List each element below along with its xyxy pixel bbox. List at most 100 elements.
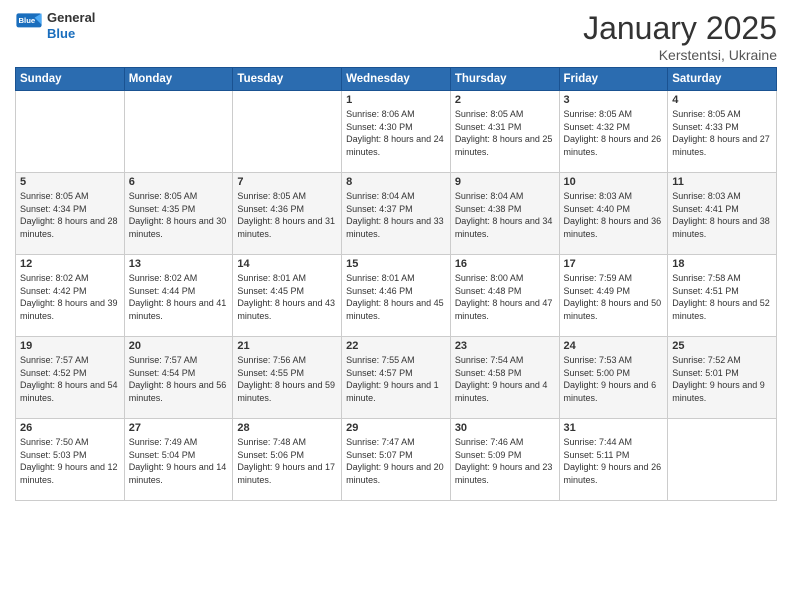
calendar-cell: 24 Sunrise: 7:53 AM Sunset: 5:00 PM Dayli… [559,337,668,419]
calendar-cell: 5 Sunrise: 8:05 AM Sunset: 4:34 PM Daylig… [16,173,125,255]
day-number: 27 [129,422,229,434]
calendar-cell: 30 Sunrise: 7:46 AM Sunset: 5:09 PM Dayli… [450,419,559,501]
day-detail: Sunrise: 7:49 AM Sunset: 5:04 PM Dayligh… [129,436,229,486]
calendar-cell: 8 Sunrise: 8:04 AM Sunset: 4:37 PM Daylig… [342,173,451,255]
day-detail: Sunrise: 8:05 AM Sunset: 4:34 PM Dayligh… [20,190,120,240]
day-number: 24 [564,340,664,352]
day-number: 12 [20,258,120,270]
calendar-week-5: 26 Sunrise: 7:50 AM Sunset: 5:03 PM Dayli… [16,419,777,501]
calendar-week-4: 19 Sunrise: 7:57 AM Sunset: 4:52 PM Dayli… [16,337,777,419]
calendar-cell: 16Sunrise: 8:00 AM Sunset: 4:48 PM Dayli… [450,255,559,337]
day-number: 19 [20,340,120,352]
day-number: 2 [455,94,555,106]
day-detail: Sunrise: 7:56 AM Sunset: 4:55 PM Dayligh… [237,354,337,404]
calendar-cell [668,419,777,501]
day-detail: Sunrise: 8:02 AM Sunset: 4:44 PM Dayligh… [129,272,229,322]
day-detail: Sunrise: 8:05 AM Sunset: 4:33 PM Dayligh… [672,108,772,158]
calendar-cell: 21 Sunrise: 7:56 AM Sunset: 4:55 PM Dayli… [233,337,342,419]
day-detail: Sunrise: 8:05 AM Sunset: 4:31 PM Dayligh… [455,108,555,158]
day-number: 28 [237,422,337,434]
col-wednesday: Wednesday [342,68,451,91]
day-detail: Sunrise: 8:04 AM Sunset: 4:37 PM Dayligh… [346,190,446,240]
calendar-cell: 22 Sunrise: 7:55 AM Sunset: 4:57 PM Dayli… [342,337,451,419]
day-detail: Sunrise: 7:55 AM Sunset: 4:57 PM Dayligh… [346,354,446,404]
day-detail: Sunrise: 7:54 AM Sunset: 4:58 PM Dayligh… [455,354,555,404]
calendar-cell: 4 Sunrise: 8:05 AM Sunset: 4:33 PM Daylig… [668,91,777,173]
day-detail: Sunrise: 7:53 AM Sunset: 5:00 PM Dayligh… [564,354,664,404]
day-detail: Sunrise: 7:57 AM Sunset: 4:52 PM Dayligh… [20,354,120,404]
calendar-cell: 7 Sunrise: 8:05 AM Sunset: 4:36 PM Daylig… [233,173,342,255]
calendar-cell: 12 Sunrise: 8:02 AM Sunset: 4:42 PM Dayli… [16,255,125,337]
day-detail: Sunrise: 8:01 AM Sunset: 4:45 PM Dayligh… [237,272,337,322]
day-number: 29 [346,422,446,434]
month-title: January 2025 [583,10,777,47]
day-number: 21 [237,340,337,352]
calendar-cell: 15Sunrise: 8:01 AM Sunset: 4:46 PM Dayli… [342,255,451,337]
day-number: 6 [129,176,229,188]
calendar-cell: 29 Sunrise: 7:47 AM Sunset: 5:07 PM Dayli… [342,419,451,501]
day-number: 26 [20,422,120,434]
svg-text:Blue: Blue [19,16,36,25]
calendar-cell [124,91,233,173]
calendar-cell: 14 Sunrise: 8:01 AM Sunset: 4:45 PM Dayli… [233,255,342,337]
col-friday: Friday [559,68,668,91]
calendar-table: Sunday Monday Tuesday Wednesday Thursday… [15,67,777,501]
calendar-cell: 31 Sunrise: 7:44 AM Sunset: 5:11 PM Dayli… [559,419,668,501]
calendar-cell: 11 Sunrise: 8:03 AM Sunset: 4:41 PM Dayli… [668,173,777,255]
day-number: 22 [346,340,446,352]
day-detail: Sunrise: 8:05 AM Sunset: 4:36 PM Dayligh… [237,190,337,240]
day-number: 8 [346,176,446,188]
day-number: 4 [672,94,772,106]
calendar-cell: 9Sunrise: 8:04 AM Sunset: 4:38 PM Daylig… [450,173,559,255]
header: Blue General Blue January 2025 Kerstents… [15,10,777,63]
calendar-cell: 28 Sunrise: 7:48 AM Sunset: 5:06 PM Dayli… [233,419,342,501]
calendar-cell: 1Sunrise: 8:06 AM Sunset: 4:30 PM Daylig… [342,91,451,173]
day-number: 17 [564,258,664,270]
day-number: 9 [455,176,555,188]
day-number: 18 [672,258,772,270]
calendar-cell: 19 Sunrise: 7:57 AM Sunset: 4:52 PM Dayli… [16,337,125,419]
calendar-cell: 2 Sunrise: 8:05 AM Sunset: 4:31 PM Daylig… [450,91,559,173]
day-number: 31 [564,422,664,434]
day-number: 11 [672,176,772,188]
calendar-cell: 25 Sunrise: 7:52 AM Sunset: 5:01 PM Dayli… [668,337,777,419]
calendar-week-2: 5 Sunrise: 8:05 AM Sunset: 4:34 PM Daylig… [16,173,777,255]
col-monday: Monday [124,68,233,91]
calendar-cell: 20Sunrise: 7:57 AM Sunset: 4:54 PM Dayli… [124,337,233,419]
logo-general: General [47,10,95,25]
day-detail: Sunrise: 7:46 AM Sunset: 5:09 PM Dayligh… [455,436,555,486]
calendar-cell [233,91,342,173]
day-detail: Sunrise: 7:50 AM Sunset: 5:03 PM Dayligh… [20,436,120,486]
day-detail: Sunrise: 7:58 AM Sunset: 4:51 PM Dayligh… [672,272,772,322]
logo: Blue General Blue [15,10,95,41]
day-number: 1 [346,94,446,106]
day-detail: Sunrise: 7:52 AM Sunset: 5:01 PM Dayligh… [672,354,772,404]
calendar-cell: 26 Sunrise: 7:50 AM Sunset: 5:03 PM Dayli… [16,419,125,501]
calendar-cell: 27 Sunrise: 7:49 AM Sunset: 5:04 PM Dayli… [124,419,233,501]
day-detail: Sunrise: 8:02 AM Sunset: 4:42 PM Dayligh… [20,272,120,322]
day-number: 3 [564,94,664,106]
day-detail: Sunrise: 8:05 AM Sunset: 4:32 PM Dayligh… [564,108,664,158]
day-number: 20 [129,340,229,352]
day-number: 30 [455,422,555,434]
calendar-cell: 23 Sunrise: 7:54 AM Sunset: 4:58 PM Dayli… [450,337,559,419]
page-container: Blue General Blue January 2025 Kerstents… [0,0,792,511]
calendar-cell: 17Sunrise: 7:59 AM Sunset: 4:49 PM Dayli… [559,255,668,337]
day-detail: Sunrise: 7:44 AM Sunset: 5:11 PM Dayligh… [564,436,664,486]
calendar-cell: 3 Sunrise: 8:05 AM Sunset: 4:32 PM Daylig… [559,91,668,173]
day-number: 5 [20,176,120,188]
day-number: 7 [237,176,337,188]
calendar-cell: 13 Sunrise: 8:02 AM Sunset: 4:44 PM Dayli… [124,255,233,337]
day-number: 13 [129,258,229,270]
day-detail: Sunrise: 7:47 AM Sunset: 5:07 PM Dayligh… [346,436,446,486]
day-number: 25 [672,340,772,352]
day-detail: Sunrise: 8:03 AM Sunset: 4:41 PM Dayligh… [672,190,772,240]
day-detail: Sunrise: 8:01 AM Sunset: 4:46 PM Dayligh… [346,272,446,322]
day-number: 14 [237,258,337,270]
calendar-cell [16,91,125,173]
col-tuesday: Tuesday [233,68,342,91]
day-number: 10 [564,176,664,188]
day-number: 23 [455,340,555,352]
day-detail: Sunrise: 7:48 AM Sunset: 5:06 PM Dayligh… [237,436,337,486]
header-row: Sunday Monday Tuesday Wednesday Thursday… [16,68,777,91]
